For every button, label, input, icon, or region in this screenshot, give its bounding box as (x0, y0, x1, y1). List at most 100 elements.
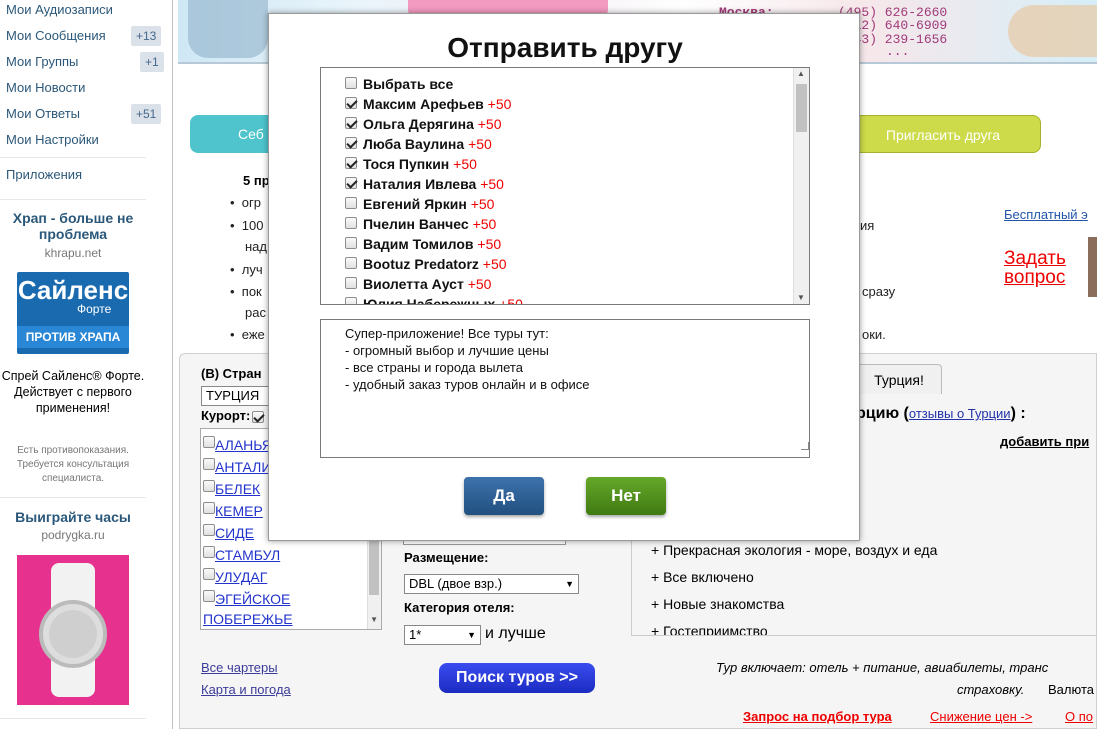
promo-item: • пок (230, 284, 262, 299)
friend-row[interactable]: Ольга Дерягина +50 (345, 114, 502, 134)
about-link[interactable]: О по (1065, 709, 1093, 724)
resort-label[interactable]: СТАМБУЛ (215, 547, 280, 563)
category-label: Категория отеля: (404, 600, 515, 615)
friend-row[interactable]: Наталия Ивлева +50 (345, 174, 504, 194)
friend-checkbox[interactable] (345, 137, 357, 150)
tab-turkey[interactable]: Турция! (856, 364, 942, 394)
avatar[interactable] (1088, 237, 1097, 297)
yes-button[interactable]: Да (464, 477, 544, 515)
friend-name: Юлия Набережных (363, 296, 496, 305)
free-link[interactable]: Бесплатный э (1004, 207, 1088, 222)
resort-checkbox[interactable] (203, 458, 215, 471)
resort-label[interactable]: УЛУДАГ (215, 569, 267, 585)
resort-label[interactable]: АЛАНЬЯ (215, 437, 272, 453)
map-weather-link[interactable]: Карта и погода (201, 682, 291, 697)
friend-checkbox[interactable] (345, 197, 357, 210)
invite-friend-button[interactable]: Пригласить друга (845, 115, 1041, 153)
friend-bonus: +50 (453, 156, 477, 172)
promo-heading: 5 пр (243, 173, 270, 188)
country-select[interactable]: ТУРЦИЯ (201, 386, 271, 406)
count-badge[interactable]: +13 (131, 26, 162, 46)
sidebar-item-apps[interactable]: Приложения (6, 165, 82, 185)
resize-handle[interactable] (801, 442, 809, 450)
friend-checkbox[interactable] (345, 117, 357, 130)
friend-name: Виолетта Ауст (363, 276, 464, 292)
friend-row[interactable]: Виолетта Ауст +50 (345, 274, 491, 294)
friend-checkbox[interactable] (345, 237, 357, 250)
ad-warning: Есть противопоказания. Требуется консуль… (16, 445, 130, 484)
request-tour-link[interactable]: Запрос на подбор тура (743, 709, 892, 724)
count-badge[interactable]: +51 (131, 104, 162, 124)
add-link[interactable]: добавить при (1000, 434, 1089, 449)
checkbox[interactable] (345, 77, 357, 90)
friend-name: Евгений Яркин (363, 196, 467, 212)
friend-checkbox[interactable] (345, 277, 357, 290)
category-select[interactable]: 1* ▼ (404, 625, 481, 645)
friend-row[interactable]: Максим Арефьев +50 (345, 94, 511, 114)
friend-name: Максим Арефьев (363, 96, 484, 112)
resort-label[interactable]: АНТАЛИ (215, 459, 271, 475)
resort-checkbox[interactable] (203, 568, 215, 581)
resort-checkbox[interactable] (203, 436, 215, 449)
friend-checkbox[interactable] (345, 257, 357, 270)
friend-checkbox[interactable] (345, 217, 357, 230)
count-badge[interactable]: +1 (140, 52, 164, 72)
scrollbar-thumb[interactable] (796, 84, 807, 132)
ad-watch-image[interactable] (17, 555, 129, 705)
feature-item: + Прекрасная экология - море, воздух и е… (651, 542, 938, 558)
price-drop-link[interactable]: Снижение цен -> (930, 709, 1032, 724)
reviews-link[interactable]: отзывы о Турции (909, 406, 1011, 421)
select-all-checkbox[interactable]: Выбрать все (345, 74, 453, 94)
friend-checkbox[interactable] (345, 177, 357, 190)
message-textarea[interactable]: Супер-приложение! Все туры тут: - огромн… (320, 319, 810, 458)
friend-row[interactable]: Bootuz Predatorz +50 (345, 254, 507, 274)
placement-select[interactable]: DBL (двое взр.) ▼ (404, 574, 579, 594)
sidebar-menu-item[interactable]: Мои Настройки (6, 130, 166, 150)
ad-title[interactable]: Выиграйте часы (0, 509, 146, 525)
promo-item-cont: над (245, 239, 267, 254)
resort-label[interactable]: КЕМЕР (215, 503, 263, 519)
sidebar-menu-item[interactable]: Мои Аудиозаписи (6, 0, 166, 20)
resort-checkbox[interactable] (203, 524, 215, 537)
resort-checkbox[interactable] (203, 590, 215, 603)
friend-row[interactable]: Евгений Яркин +50 (345, 194, 494, 214)
scrollbar[interactable]: ▲ ▼ (793, 68, 809, 304)
resort-label[interactable]: ЭГЕЙСКОЕ ПОБЕРЕЖЬЕ (203, 591, 293, 627)
ad-title[interactable]: Храп - больше не проблема (0, 210, 146, 242)
resort-option[interactable]: ЭГЕЙСКОЕ ПОБЕРЕЖЬЕ (203, 589, 367, 629)
friend-row[interactable]: Пчелин Ванчес +50 (345, 214, 496, 234)
resort-checkbox[interactable] (203, 546, 215, 559)
promo-fragment: ия (860, 218, 875, 233)
friend-row[interactable]: Вадим Томилов +50 (345, 234, 501, 254)
no-button[interactable]: Нет (586, 477, 666, 515)
promo-item: • огр (230, 195, 261, 210)
friend-bonus: +50 (482, 256, 507, 272)
ad-image[interactable]: Сайленс Форте ПРОТИВ ХРАПА (17, 272, 129, 354)
resort-checkbox[interactable] (203, 502, 215, 515)
promo-item: • 100 (230, 218, 264, 233)
friend-name: Пчелин Ванчес (363, 216, 469, 232)
all-charters-link[interactable]: Все чартеры (201, 660, 278, 675)
resort-label[interactable]: СИДЕ (215, 525, 254, 541)
friend-row[interactable]: Юлия Набережных +50 (345, 294, 523, 305)
send-to-friend-dialog: Отправить другу Выбрать все Максим Арефь… (268, 13, 860, 541)
ask-question-link[interactable]: Задать вопрос (1004, 249, 1076, 287)
ad-source[interactable]: khrapu.net (0, 246, 146, 260)
friend-row[interactable]: Люба Ваулина +50 (345, 134, 492, 154)
divider (0, 497, 146, 498)
friend-checkbox[interactable] (345, 297, 357, 304)
divider (0, 718, 146, 719)
friend-name: Тося Пупкин (363, 156, 450, 172)
search-tours-button[interactable]: Поиск туров >> (439, 663, 595, 693)
ad-source[interactable]: podrygka.ru (0, 528, 146, 542)
friend-bonus: +50 (472, 216, 497, 232)
resort-option[interactable]: УЛУДАГ (203, 567, 367, 587)
sidebar-menu-item[interactable]: Мои Новости (6, 78, 166, 98)
resort-option[interactable]: СТАМБУЛ (203, 545, 367, 565)
resort-label[interactable]: БЕЛЕК (215, 481, 260, 497)
friend-checkbox[interactable] (345, 97, 357, 110)
resort-checkbox[interactable] (203, 480, 215, 493)
friend-list[interactable]: Выбрать все Максим Арефьев +50 Ольга Деря… (320, 67, 810, 305)
friend-checkbox[interactable] (345, 157, 357, 170)
friend-row[interactable]: Тося Пупкин +50 (345, 154, 477, 174)
